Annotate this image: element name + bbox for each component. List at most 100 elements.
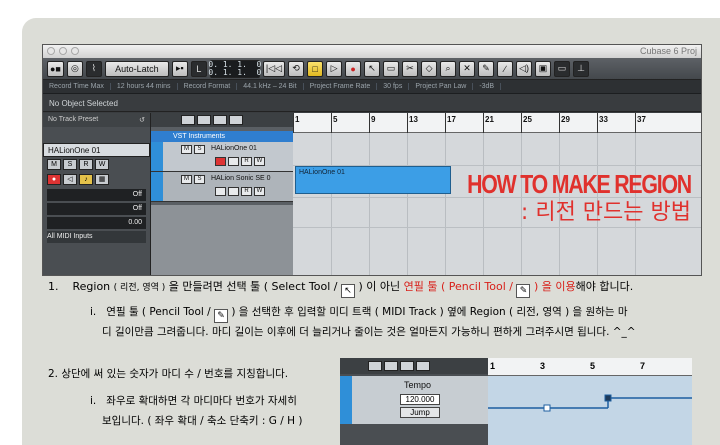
midi-input[interactable]: All MIDI Inputs: [47, 231, 146, 243]
track-record-icon[interactable]: [215, 187, 226, 196]
pencil-tool-icon: ✎: [516, 284, 531, 298]
window-controls[interactable]: [47, 47, 79, 55]
quantize-icon[interactable]: ⊥: [573, 60, 590, 77]
settings-icon[interactable]: ◎: [66, 60, 83, 77]
inspector-buttons: M S R W: [43, 157, 150, 172]
tutorial-card: Cubase 6 Proj ●■ ◎ ⌇ Auto-Latch ▸▪ L 0. …: [22, 18, 720, 445]
track-rw-buttons: R W: [215, 157, 265, 166]
volume-value[interactable]: Off: [47, 189, 146, 201]
track-record-icon[interactable]: [215, 157, 226, 166]
step-2: 2. 상단에 써 있는 숫자가 마디 수 / 번호를 지칭합니다.: [48, 368, 289, 380]
overlay-title: HOW TO MAKE REGION: [467, 169, 692, 199]
rewind-button[interactable]: |◁◁: [262, 60, 286, 77]
inspector-track-name[interactable]: HALionOne 01: [43, 143, 150, 157]
zoom-tool-icon[interactable]: ⌕: [440, 60, 457, 77]
tempo-point[interactable]: [543, 404, 551, 412]
write-button[interactable]: W: [95, 159, 109, 170]
track-solo-button[interactable]: S: [194, 145, 205, 154]
automation-icon[interactable]: ⌇: [85, 60, 102, 77]
track-ms-buttons: M S: [181, 175, 205, 184]
step-2-i-text-a: 좌우로 확대하면 각 마디마다 번호가 자세히: [106, 395, 297, 407]
track-list-header: [151, 113, 293, 127]
locator-icon[interactable]: L: [190, 60, 207, 77]
folder-track[interactable]: VST Instruments: [151, 131, 293, 142]
track-mute-button[interactable]: M: [181, 175, 192, 184]
nudge-icon[interactable]: ▸▪: [171, 60, 188, 77]
global-write-icon[interactable]: [416, 361, 430, 371]
pan-value[interactable]: Off: [47, 203, 146, 215]
step-1-region-ko: ( 리전, 영역 ): [113, 283, 166, 293]
global-mute-icon[interactable]: [181, 115, 195, 125]
track-solo-button[interactable]: S: [194, 175, 205, 184]
record-mode-button[interactable]: ●■: [47, 60, 64, 77]
monitor-icon[interactable]: ◁: [63, 174, 77, 185]
track-row[interactable]: M S HALionOne 01 R W: [151, 142, 293, 172]
ruler-label: 17: [447, 115, 456, 124]
track-ms-buttons: M S: [181, 145, 205, 154]
edit-icon[interactable]: ♪: [79, 174, 93, 185]
status-frame-rate: 30 fps: [377, 83, 410, 90]
glue-tool-icon[interactable]: ◇: [421, 60, 438, 77]
jump-select[interactable]: Jump: [400, 407, 440, 418]
global-read-icon[interactable]: [400, 361, 414, 371]
tempo-point[interactable]: [604, 394, 612, 402]
global-solo-icon[interactable]: [384, 361, 398, 371]
global-read-icon[interactable]: [213, 115, 227, 125]
pencil-tool-icon[interactable]: ✎: [478, 60, 495, 77]
range-tool-icon[interactable]: ▭: [383, 60, 400, 77]
track-color-stripe: [151, 172, 163, 201]
color-tool-icon[interactable]: ▣: [535, 60, 552, 77]
record-enable-icon[interactable]: ●: [47, 174, 61, 185]
step-1-region: Region: [72, 280, 111, 293]
track-row[interactable]: M S HALion Sonic SE 0 R W: [151, 172, 293, 202]
delay-value[interactable]: 0.00: [47, 217, 146, 229]
speaker-tool-icon[interactable]: ◁): [516, 60, 533, 77]
refresh-icon[interactable]: ↺: [139, 116, 145, 124]
record-button[interactable]: ●: [345, 60, 362, 77]
overlay-subtitle: : 리전 만드는 방법: [520, 200, 691, 225]
status-bar: Record Time Max 12 hours 44 mins Record …: [43, 80, 701, 94]
read-button[interactable]: R: [79, 159, 93, 170]
solo-button[interactable]: S: [63, 159, 77, 170]
cycle-button[interactable]: ⟲: [288, 60, 305, 77]
empty-track-area: [151, 205, 293, 275]
mute-button[interactable]: M: [47, 159, 61, 170]
split-tool-icon[interactable]: ✂: [402, 60, 419, 77]
track-read-button[interactable]: R: [241, 187, 252, 196]
global-mute-icon[interactable]: [368, 361, 382, 371]
ruler-label: 1: [490, 361, 496, 371]
mini-arrange[interactable]: 1 3 5 7: [488, 358, 692, 445]
pencil-tool-icon: ✎: [214, 309, 228, 323]
ruler-label: 1: [295, 115, 300, 124]
step-1-pencil-end: ) 을 이용: [530, 280, 576, 293]
track-write-button[interactable]: W: [254, 157, 265, 166]
info-line: No Object Selected: [43, 94, 701, 112]
track-preset[interactable]: No Track Preset ↺: [43, 113, 150, 127]
tempo-value-field[interactable]: 120.000: [400, 394, 440, 405]
play-button[interactable]: ▷: [326, 60, 343, 77]
keyboard-icon[interactable]: ▦: [95, 174, 109, 185]
snap-icon[interactable]: ▭: [554, 60, 571, 77]
track-mute-button[interactable]: M: [181, 145, 192, 154]
track-read-button[interactable]: R: [241, 157, 252, 166]
inspector-panel: No Track Preset ↺ HALionOne 01 M S R W ●…: [43, 113, 151, 275]
bar-ruler[interactable]: 1 5 9 13 17 21 25 29 33 37: [293, 113, 701, 133]
auto-latch-select[interactable]: Auto-Latch: [104, 60, 169, 77]
track-monitor-icon[interactable]: [228, 187, 239, 196]
line-tool-icon[interactable]: ∕: [497, 60, 514, 77]
ruler-label: 7: [640, 361, 646, 371]
ruler-label: 13: [409, 115, 418, 124]
time-display: 0. 1. 1. 0 0. 1. 1. 0: [208, 59, 262, 78]
global-write-icon[interactable]: [229, 115, 243, 125]
tempo-curve[interactable]: [488, 376, 692, 445]
step-1-i-cont: 디 길이만큼 그려줍니다. 마디 길이는 이후에 더 늘리거나 줄이는 것은 얼…: [102, 326, 636, 338]
track-write-button[interactable]: W: [254, 187, 265, 196]
mini-ruler[interactable]: 1 3 5 7: [488, 358, 692, 376]
global-solo-icon[interactable]: [197, 115, 211, 125]
track-monitor-icon[interactable]: [228, 157, 239, 166]
mute-tool-icon[interactable]: ✕: [459, 60, 476, 77]
step-2-i-cont: 보입니다. ( 좌우 확대 / 축소 단축키 : G / H ): [102, 415, 303, 427]
stop-button[interactable]: □: [307, 60, 324, 77]
select-tool-icon[interactable]: ↖: [364, 60, 381, 77]
status-pan-law-label: Project Pan Law: [409, 83, 474, 90]
